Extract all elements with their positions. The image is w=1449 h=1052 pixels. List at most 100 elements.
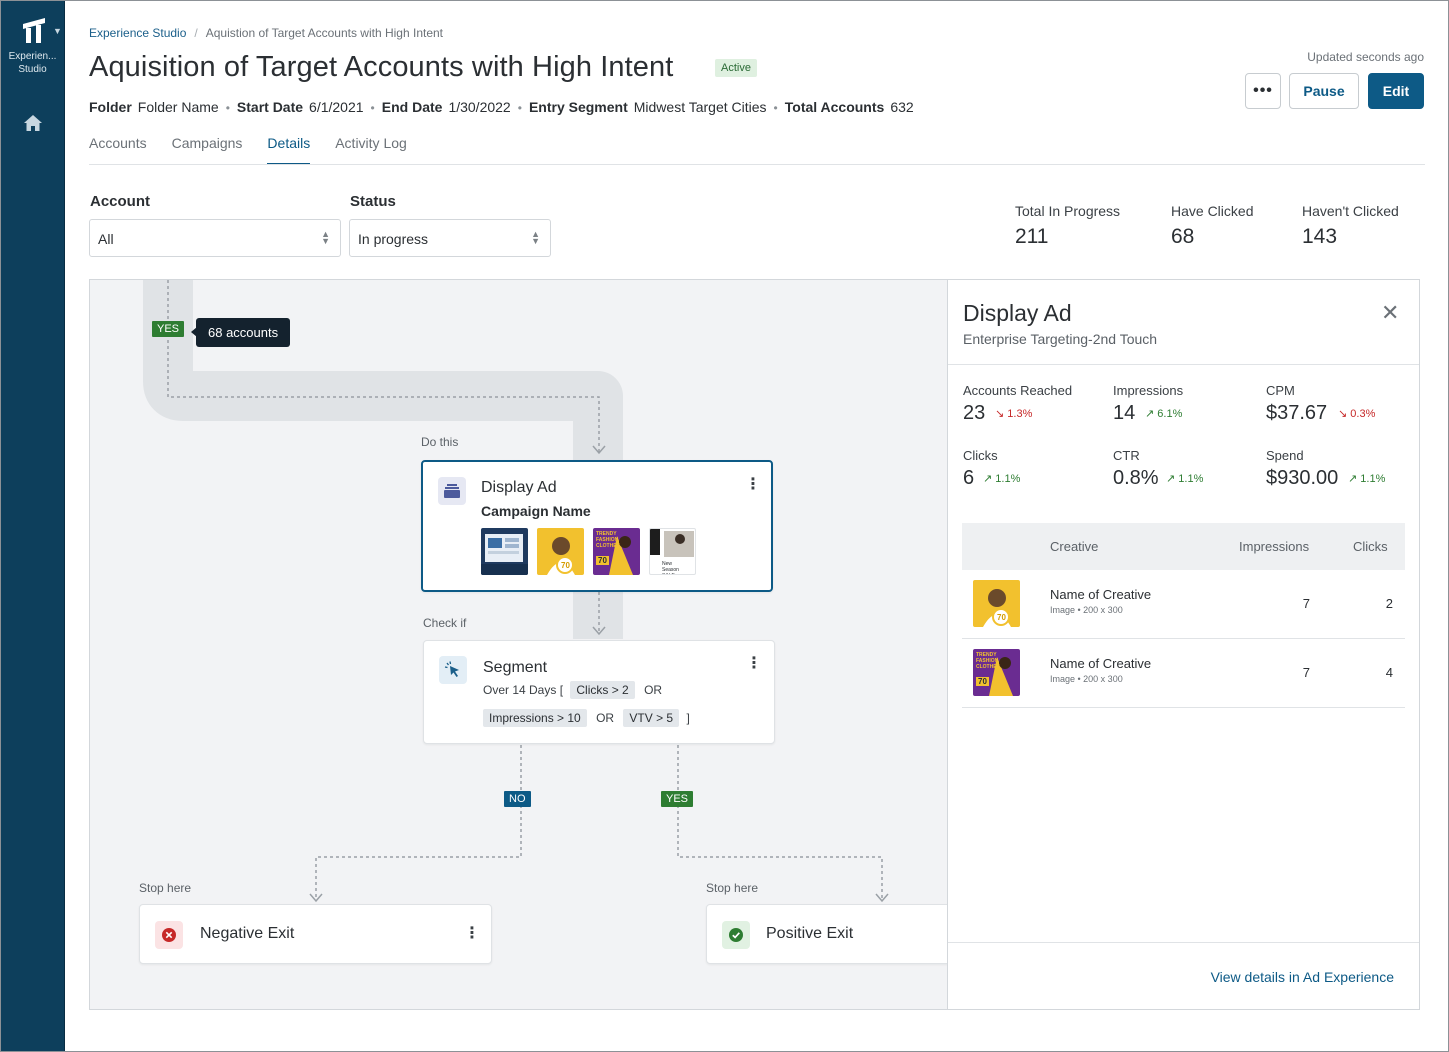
creative-thumbnail-badge: 70: [596, 556, 609, 565]
display-ad-step-card[interactable]: Display Ad Campaign Name ⋮ 70 TRENDY FAS…: [421, 460, 773, 592]
segment-close-bracket: ]: [686, 711, 690, 725]
segment-chip-impressions: Impressions > 10: [483, 709, 587, 727]
edit-button[interactable]: Edit: [1368, 73, 1424, 109]
breadcrumb-root-link[interactable]: Experience Studio: [89, 26, 186, 40]
creative-thumbnail-badge: 70: [976, 677, 989, 686]
meta-folder-label: Folder: [89, 99, 132, 115]
creative-thumbnail: [481, 528, 528, 575]
creative-impressions: 7: [1302, 665, 1310, 680]
check-if-label: Check if: [423, 616, 467, 630]
negative-exit-card[interactable]: Negative Exit ⋮: [139, 904, 492, 964]
creative-thumbnail-badge: 70: [997, 613, 1006, 622]
metric-spend-value: $930.00: [1266, 467, 1339, 489]
col-impressions[interactable]: Impressions: [1239, 539, 1309, 554]
meta-end-date-label: End Date: [381, 99, 443, 115]
segment-criteria-line-1: Over 14 Days [ Clicks > 2 OR: [483, 681, 662, 699]
pause-button[interactable]: Pause: [1289, 73, 1359, 109]
table-row[interactable]: 70 Name of Creative Image • 200 x 300 7 …: [962, 570, 1405, 639]
creative-thumbnail: New Season SALE: [649, 528, 696, 575]
creative-thumbnail: 70: [973, 580, 1020, 627]
metric-impressions-label: Impressions: [1113, 383, 1184, 398]
meta-start-date-label: Start Date: [236, 99, 304, 115]
breadcrumb-separator: /: [194, 26, 198, 40]
experience-meta: Folder Folder Name • Start Date 6/1/2021 • End…: [89, 99, 914, 115]
metric-accounts-reached-value: 23: [963, 402, 986, 424]
segment-card-title: Segment: [483, 659, 548, 676]
metric-ctr-label: CTR: [1113, 448, 1140, 463]
more-actions-button[interactable]: •••: [1245, 73, 1281, 109]
segment-chip-vtv: VTV > 5: [623, 709, 680, 727]
segment-or-text: OR: [644, 683, 663, 697]
view-details-link[interactable]: View details in Ad Experience: [1211, 969, 1394, 985]
close-icon[interactable]: ✕: [1381, 302, 1399, 324]
tab-campaigns[interactable]: Campaigns: [172, 135, 243, 165]
select-caret-icon: ▲ ▼: [531, 229, 540, 246]
status-filter-label: Status: [350, 193, 396, 210]
metric-spend-label: Spend: [1266, 448, 1304, 463]
breadcrumb: Experience Studio / Aquistion of Target Ac…: [89, 26, 443, 40]
creative-impressions: 7: [1302, 596, 1310, 611]
display-ad-card-title: Display Ad: [481, 479, 557, 496]
metric-cpm-delta: ↘ 0.3%: [1338, 408, 1376, 420]
app-switcher-caret-icon[interactable]: ▼: [53, 26, 62, 36]
flow-path-to-display-ad: [167, 280, 600, 452]
metric-ctr-value: 0.8%: [1113, 467, 1159, 489]
stop-here-label-negative: Stop here: [139, 881, 192, 895]
negative-exit-title: Negative Exit: [200, 925, 295, 942]
step-details-panel: Display Ad Enterprise Targeting-2nd Touc…: [947, 279, 1420, 1010]
app-switcher-label[interactable]: Experien... Studio: [0, 50, 65, 76]
tab-accounts[interactable]: Accounts: [89, 135, 147, 165]
select-caret-icon: ▲ ▼: [321, 229, 330, 246]
segment-window-text: Over 14 Days [: [483, 683, 564, 697]
segment-chip-clicks: Clicks > 2: [570, 681, 635, 699]
meta-entry-segment-value: Midwest Target Cities: [633, 99, 767, 115]
display-ad-kebab-icon[interactable]: ⋮: [745, 477, 761, 493]
col-clicks[interactable]: Clicks: [1353, 539, 1388, 554]
segment-or-text: OR: [596, 711, 615, 725]
account-select-value: All: [98, 231, 114, 247]
journey-canvas[interactable]: YES 68 accounts Do this Display Ad Campa…: [89, 279, 947, 1010]
display-ad-icon: [438, 477, 466, 505]
negative-exit-kebab-icon[interactable]: ⋮: [464, 926, 480, 942]
metric-clicks-delta: ↗ 1.1%: [983, 473, 1021, 485]
metric-impressions-value: 14: [1113, 402, 1136, 424]
segment-criteria-line-2: Impressions > 10 OR VTV > 5 ]: [483, 709, 690, 727]
top-yes-tag: YES: [152, 321, 185, 337]
panel-footer-divider: [948, 942, 1419, 943]
positive-exit-icon: [722, 921, 750, 949]
tab-details[interactable]: Details: [267, 135, 311, 165]
positive-exit-card[interactable]: Positive Exit: [706, 904, 947, 964]
creative-thumbnail-text: New Season SALE: [662, 561, 679, 574]
meta-total-accounts-label: Total Accounts: [784, 99, 885, 115]
brand-logo-icon[interactable]: [21, 16, 47, 44]
yes-branch-tag: YES: [661, 791, 694, 807]
creative-thumbnail-badge: 70: [561, 561, 570, 570]
updated-timestamp: Updated seconds ago: [1307, 50, 1424, 64]
metric-accounts-reached-delta: ↘ 1.3%: [995, 408, 1033, 420]
stop-here-label-positive: Stop here: [706, 881, 759, 895]
meta-separator: •: [517, 101, 522, 115]
left-nav-rail: ▼ Experien... Studio: [0, 0, 65, 1052]
home-icon[interactable]: [23, 114, 43, 132]
kpi-have-clicked-value: 68: [1171, 225, 1195, 248]
account-select[interactable]: All ▲ ▼: [89, 219, 341, 257]
col-creative[interactable]: Creative: [1050, 539, 1098, 554]
meta-entry-segment-label: Entry Segment: [528, 99, 628, 115]
tab-activity-log[interactable]: Activity Log: [335, 135, 407, 165]
status-badge: Active: [715, 59, 757, 77]
kpi-havent-clicked-value: 143: [1302, 225, 1338, 248]
creative-thumbnail: 70: [537, 528, 584, 575]
meta-total-accounts-value: 632: [890, 99, 914, 115]
segment-kebab-icon[interactable]: ⋮: [746, 656, 762, 672]
metric-clicks-label: Clicks: [963, 448, 998, 463]
kpi-havent-clicked-label: Haven't Clicked: [1302, 203, 1399, 219]
panel-divider: [948, 364, 1419, 365]
no-branch-tag: NO: [504, 791, 531, 807]
do-this-label: Do this: [421, 435, 459, 449]
meta-folder-value: Folder Name: [137, 99, 219, 115]
segment-step-card[interactable]: Segment ⋮ Over 14 Days [ Clicks > 2 OR I…: [423, 640, 775, 744]
creative-meta: Image • 200 x 300: [1050, 605, 1123, 615]
meta-separator: •: [370, 101, 375, 115]
table-row[interactable]: TRENDY FASHION CLOTHES 70 Name of Creati…: [962, 639, 1405, 708]
status-select[interactable]: In progress ▲ ▼: [349, 219, 551, 257]
